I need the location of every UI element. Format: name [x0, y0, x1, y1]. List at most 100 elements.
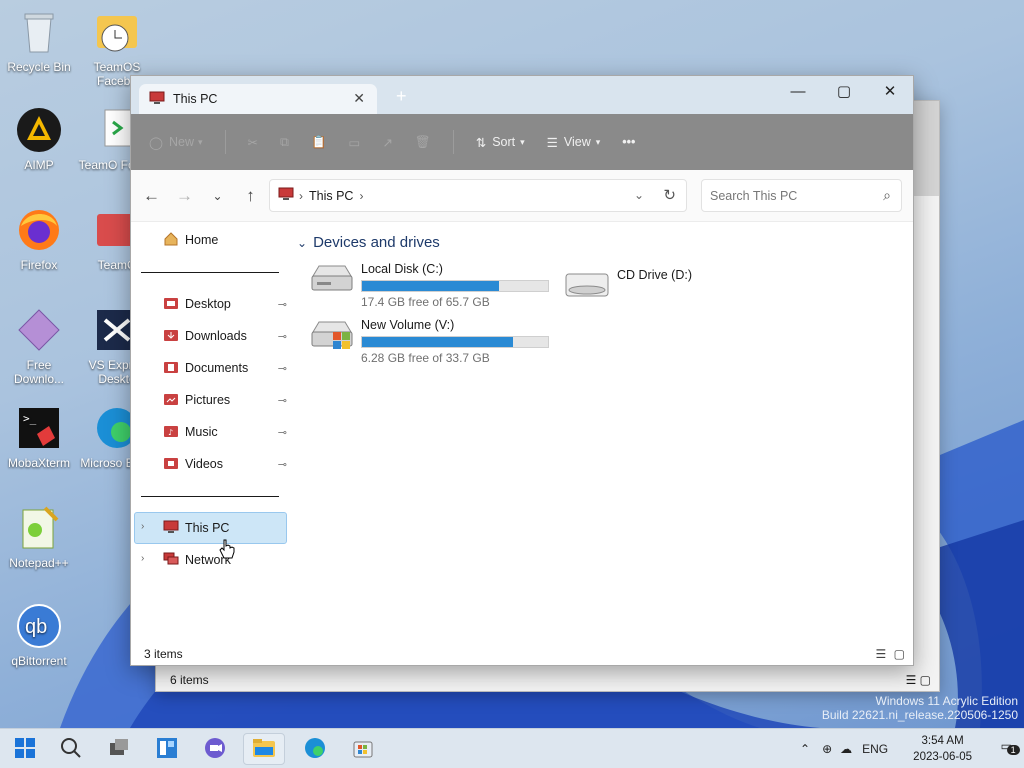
desktop-icon-notepad-plus-plus[interactable]: Notepad++	[0, 504, 78, 570]
search-input[interactable]: Search This PC ⌕	[701, 179, 902, 212]
svg-text:♪: ♪	[168, 428, 173, 437]
recent-locations-button[interactable]: ⌄	[201, 189, 234, 203]
sidebar-item-documents[interactable]: Documents ⊸	[163, 352, 287, 384]
new-label: New	[169, 135, 195, 149]
notification-count-badge: 1	[1006, 745, 1020, 755]
drive-local-disk-c[interactable]: Local Disk (C:) 17.4 GB free of 65.7 GB	[309, 262, 549, 309]
view-icon: ☰	[546, 135, 558, 150]
store-icon	[352, 737, 374, 762]
share-button[interactable]: ↗	[382, 135, 392, 150]
drive-cd-d[interactable]: CD Drive (D:)	[563, 268, 692, 305]
windows-drive-icon	[309, 318, 355, 365]
widgets-button[interactable]	[146, 733, 188, 765]
toolbar-divider	[452, 130, 454, 154]
pin-icon: ⊸	[277, 394, 287, 407]
desktop-icon-free-download[interactable]: Free Downlo...	[0, 306, 78, 386]
sidebar-divider	[141, 496, 279, 497]
tiles-view-icon[interactable]: ▢	[894, 647, 905, 661]
network-icon	[163, 552, 179, 569]
task-view-button[interactable]	[98, 733, 140, 765]
trash-icon: 🗑	[414, 134, 431, 149]
sidebar-item-videos[interactable]: Videos ⊸	[163, 448, 287, 480]
new-icon: ◯	[149, 135, 163, 150]
desktop-icon-firefox[interactable]: Firefox	[0, 206, 78, 272]
devices-and-drives-group-header[interactable]: ⌄ Devices and drives	[297, 234, 440, 251]
status-item-count: 3 items	[144, 647, 183, 661]
downloads-folder-icon	[163, 328, 179, 345]
file-explorer-window[interactable]: This PC ✕ + — ▢ ✕ ◯ New ▾ ✂ ⧉ 📋 ▭ ↗ 🗑 ⇅ Sor…	[130, 75, 914, 666]
clock[interactable]: 3:54 AM 2023-06-05	[913, 733, 972, 765]
sidebar-item-music[interactable]: ♪ Music ⊸	[163, 416, 287, 448]
svg-text:>_: >_	[23, 412, 37, 425]
background-status-text: 6 items	[170, 673, 209, 687]
sort-label: Sort	[492, 135, 516, 149]
navigation-pane: Home Desktop ⊸ Downloads ⊸ Documents ⊸ P…	[131, 222, 289, 642]
close-button[interactable]: ✕	[867, 76, 913, 106]
drive-name: CD Drive (D:)	[617, 268, 692, 282]
address-bar[interactable]: › This PC › ⌄ ↻	[269, 179, 687, 212]
edge-taskbar-button[interactable]	[294, 733, 336, 765]
teams-chat-button[interactable]	[194, 733, 236, 765]
breadcrumb-separator-icon[interactable]: ›	[359, 189, 363, 203]
show-hidden-icons-button[interactable]: ⌃	[800, 742, 810, 756]
drive-usage-bar	[361, 336, 549, 348]
toolbar-divider	[224, 130, 226, 154]
back-button[interactable]: ←	[135, 186, 168, 206]
breadcrumb-this-pc[interactable]: This PC	[309, 189, 353, 203]
view-toggle-icon[interactable]: ☰ ▢	[906, 673, 931, 687]
desktop-icon-mobaxterm[interactable]: >_ MobaXterm	[0, 404, 78, 470]
sidebar-item-downloads[interactable]: Downloads ⊸	[163, 320, 287, 352]
address-dropdown-icon[interactable]: ⌄	[634, 188, 644, 202]
desktop-icon-label: qBittorrent	[11, 654, 67, 668]
up-button[interactable]: ↑	[234, 186, 267, 206]
minimize-button[interactable]: —	[775, 76, 821, 106]
language-bar-icon[interactable]: ⊕	[822, 742, 832, 756]
store-taskbar-button[interactable]	[342, 733, 384, 765]
desktop-icon-label: AIMP	[24, 158, 54, 172]
title-bar[interactable]: This PC ✕ + — ▢ ✕	[131, 76, 913, 114]
desktop-icon-label: Free Downlo...	[13, 358, 65, 386]
delete-button[interactable]: 🗑	[415, 135, 431, 150]
sidebar-item-desktop[interactable]: Desktop ⊸	[163, 288, 287, 320]
widgets-icon	[156, 737, 178, 762]
cut-button[interactable]: ✂	[248, 135, 258, 150]
chevron-down-icon: ▾	[198, 136, 203, 147]
window-controls: — ▢ ✕	[775, 76, 913, 106]
new-tab-button[interactable]: +	[396, 86, 407, 107]
copy-button[interactable]: ⧉	[280, 135, 289, 150]
notepad-plus-plus-icon	[15, 504, 63, 552]
paste-icon: 📋	[310, 134, 327, 149]
firefox-icon	[15, 206, 63, 254]
refresh-icon[interactable]: ↻	[663, 186, 676, 204]
view-button[interactable]: ☰ View ▾	[547, 135, 601, 150]
drive-new-volume-v[interactable]: New Volume (V:) 6.28 GB free of 33.7 GB	[309, 318, 549, 365]
sidebar-item-label: Pictures	[185, 393, 231, 407]
forward-button[interactable]: →	[168, 186, 201, 206]
search-button[interactable]	[50, 733, 92, 765]
desktop-icon-aimp[interactable]: AIMP	[0, 106, 78, 172]
chevron-right-icon[interactable]: ›	[141, 521, 144, 532]
desktop-icon-label: Recycle Bin	[7, 60, 71, 74]
new-button[interactable]: ◯ New ▾	[149, 135, 203, 150]
notification-center-button[interactable]: ▭ 1	[1001, 739, 1020, 755]
more-options-button[interactable]: •••	[622, 135, 635, 149]
close-tab-icon[interactable]: ✕	[353, 90, 365, 107]
details-view-icon[interactable]: ☰	[876, 647, 887, 661]
desktop-icon-qbittorrent[interactable]: qb qBittorrent	[0, 602, 78, 668]
desktop-icon-recycle-bin[interactable]: Recycle Bin	[0, 8, 78, 74]
sidebar-item-pictures[interactable]: Pictures ⊸	[163, 384, 287, 416]
start-button[interactable]	[4, 733, 46, 765]
edition-watermark: Windows 11 Acrylic Edition Build 22621.n…	[822, 694, 1018, 722]
chevron-right-icon[interactable]: ›	[141, 553, 144, 564]
rename-button[interactable]: ▭	[349, 135, 361, 150]
paste-button[interactable]: 📋	[311, 135, 327, 150]
sidebar-item-home[interactable]: Home	[163, 224, 287, 256]
input-language[interactable]: ENG	[862, 742, 888, 756]
drive-free-space: 17.4 GB free of 65.7 GB	[361, 295, 490, 309]
sort-button[interactable]: ⇅ Sort ▾	[476, 135, 525, 150]
file-explorer-taskbar-button[interactable]	[243, 733, 285, 765]
drive-name: Local Disk (C:)	[361, 262, 443, 276]
network-status-icon[interactable]: ☁	[840, 742, 852, 756]
tab-this-pc[interactable]: This PC ✕	[139, 84, 377, 114]
maximize-button[interactable]: ▢	[821, 76, 867, 106]
